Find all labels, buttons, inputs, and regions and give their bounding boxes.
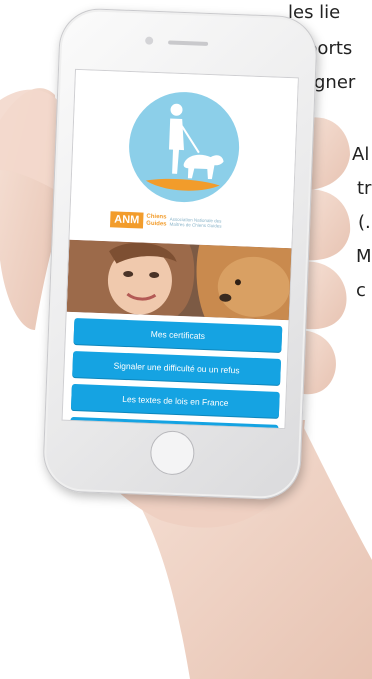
brand-logo: ANM Chiens Guides Association Nationale … xyxy=(109,211,230,232)
brand-tagline: Association Nationale des Maîtres de Chi… xyxy=(169,216,222,229)
phone-device: ANM Chiens Guides Association Nationale … xyxy=(41,7,319,501)
guide-dog-logo-icon xyxy=(127,90,242,205)
brand-sub-line-2: Guides xyxy=(146,220,167,228)
app-header: ANM Chiens Guides Association Nationale … xyxy=(69,69,299,249)
speaker-grille xyxy=(168,40,209,46)
menu-button-report-difficulty[interactable]: Signaler une difficulté ou un refus xyxy=(72,350,282,385)
menu-button-partial[interactable] xyxy=(69,416,279,430)
front-camera xyxy=(145,36,154,45)
menu-button-law-texts[interactable]: Les textes de lois en France xyxy=(70,383,280,418)
brand-name: ANM xyxy=(109,211,144,229)
home-button-icon[interactable] xyxy=(149,430,196,476)
menu-button-certificates[interactable]: Mes certificats xyxy=(73,317,283,352)
phone-screen: ANM Chiens Guides Association Nationale … xyxy=(61,68,299,430)
hero-photo xyxy=(66,239,294,321)
